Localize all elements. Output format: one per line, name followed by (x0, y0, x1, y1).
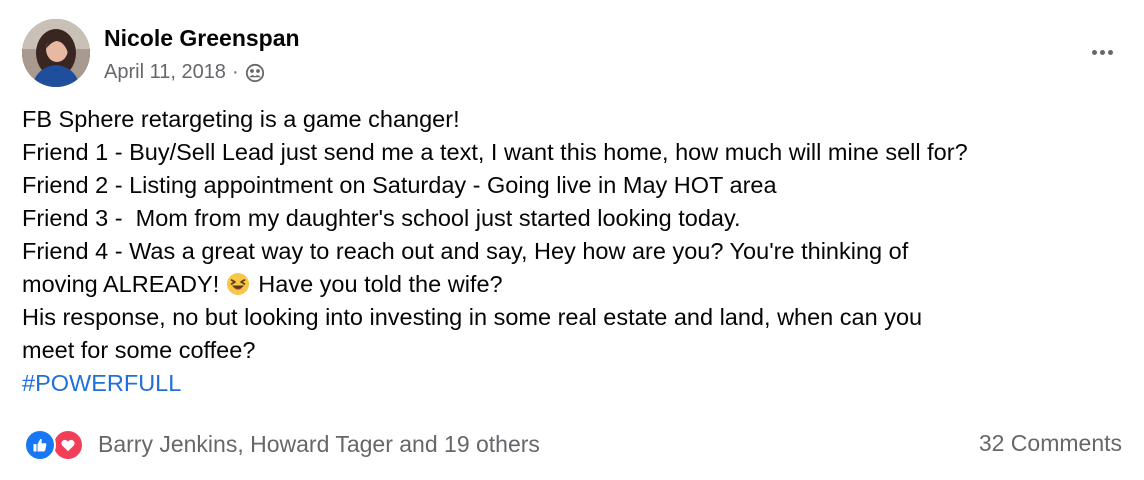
post-line-part: moving ALREADY! (22, 271, 220, 297)
love-icon (52, 429, 84, 461)
post-line: meet for some coffee? (22, 337, 256, 363)
hashtag-link[interactable]: #POWERFULL (22, 367, 1122, 400)
more-dot-icon (1099, 49, 1105, 55)
reaction-icons[interactable] (24, 427, 88, 461)
reactions-summary: Barry Jenkins, Howard Tager and 19 other… (24, 426, 540, 462)
post-line: moving ALREADY! Have you told the wife? (22, 268, 1122, 301)
post-date[interactable]: April 11, 2018 (104, 61, 226, 84)
more-options-button[interactable] (1082, 37, 1122, 67)
post-line: His response, no but looking into invest… (22, 304, 923, 330)
post-line-part: Have you told the wife? (258, 271, 503, 297)
post-meta: April 11, 2018 · (104, 61, 265, 84)
post-line: Friend 1 - Buy/Sell Lead just send me a … (22, 139, 968, 165)
author-name[interactable]: Nicole Greenspan (104, 25, 300, 52)
laughing-emoji-icon (226, 272, 250, 296)
reactors-text[interactable]: Barry Jenkins, Howard Tager and 19 other… (98, 431, 540, 458)
friends-icon[interactable] (245, 63, 265, 83)
like-icon (24, 429, 56, 461)
more-dot-icon (1107, 49, 1113, 55)
post-line: Friend 2 - Listing appointment on Saturd… (22, 172, 777, 198)
meta-separator: · (231, 61, 239, 83)
post-line: Friend 4 - Was a great way to reach out … (22, 238, 909, 264)
avatar[interactable] (22, 19, 90, 87)
more-dot-icon (1091, 49, 1097, 55)
comments-count[interactable]: 32 Comments (979, 430, 1122, 457)
post-text: FB Sphere retargeting is a game changer!… (22, 103, 1122, 400)
post-line: Friend 3 - Mom from my daughter's school… (22, 205, 741, 231)
post-line: FB Sphere retargeting is a game changer! (22, 106, 460, 132)
avatar-image (22, 19, 90, 87)
post-header: Nicole Greenspan April 11, 2018 · (22, 19, 1122, 89)
